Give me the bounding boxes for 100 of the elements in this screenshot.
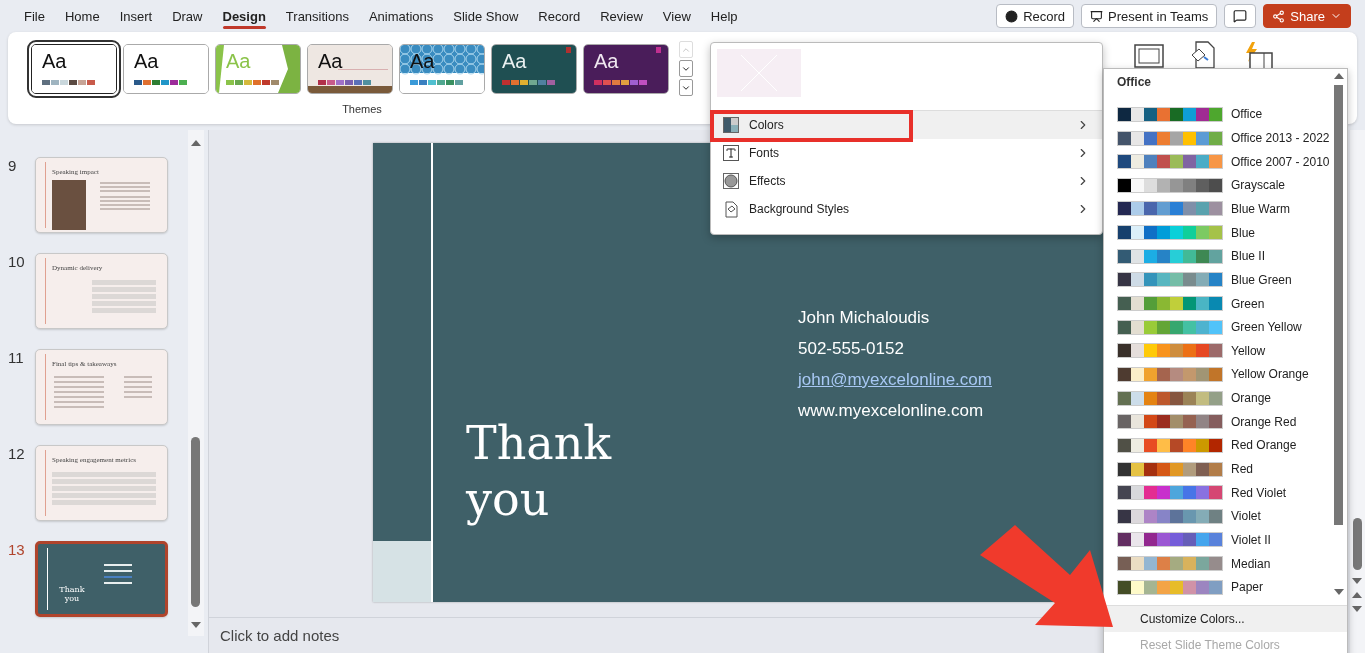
scrollbar[interactable] <box>1350 130 1365 653</box>
ribbon-tab[interactable]: Animations <box>358 2 444 30</box>
swatch-strip-icon <box>1117 556 1223 572</box>
contact-text: 502-555-0152 <box>798 339 905 359</box>
swatch-strip-icon <box>1117 130 1223 146</box>
share-icon <box>1272 9 1286 23</box>
theme-background-icon <box>308 44 392 93</box>
present-in-teams-button[interactable]: Present in Teams <box>1081 4 1218 28</box>
swatch-strip-icon <box>1117 414 1223 430</box>
effects-circle-icon <box>723 173 739 189</box>
ribbon-tab[interactable]: File <box>14 2 55 30</box>
slide-number: 11 <box>7 349 25 366</box>
theme-thumbnail[interactable]: Aa <box>583 43 669 94</box>
theme-background-icon <box>492 44 576 93</box>
theme-thumbnail[interactable]: Aa <box>307 43 393 94</box>
share-button[interactable]: Share <box>1263 4 1351 28</box>
theme-background-icon <box>32 44 116 93</box>
scroll-thumb[interactable] <box>1353 518 1362 570</box>
theme-background-icon <box>216 44 300 93</box>
scroll-up-icon <box>1334 73 1344 79</box>
comment-icon <box>1233 9 1248 23</box>
theme-sample-text: Aa <box>134 49 159 73</box>
menu-item[interactable]: Colors <box>711 111 1102 139</box>
swatch-strip-icon <box>1117 366 1223 382</box>
theme-colors-icon <box>134 79 187 85</box>
slide-number: 10 <box>7 253 26 270</box>
record-icon <box>1005 9 1019 23</box>
swatch-strip-icon <box>1117 485 1223 501</box>
theme-background-icon <box>124 44 208 93</box>
ribbon-tab[interactable]: Home <box>54 2 110 30</box>
theme-sample-text: Aa <box>226 49 251 73</box>
ribbon-tab[interactable]: Transitions <box>275 2 359 30</box>
record-button[interactable]: Record <box>996 4 1075 28</box>
theme-sample-text: Aa <box>318 49 343 73</box>
theme-colors-icon <box>318 79 371 85</box>
slide-thumbnail[interactable]: Thank you <box>35 541 168 617</box>
scrollbar[interactable] <box>188 130 204 636</box>
theme-sample-text: Aa <box>502 49 527 73</box>
thumbnail-title: Thank you <box>58 584 86 604</box>
theme-thumbnail[interactable]: Aa <box>399 43 485 94</box>
swatch-strip-icon <box>1117 508 1223 524</box>
format-background-icon[interactable] <box>1190 41 1216 69</box>
slide-number: 12 <box>7 445 26 462</box>
notes-placeholder: Click to add notes <box>220 627 340 644</box>
theme-colors-icon <box>42 79 95 85</box>
theme-thumbnail[interactable]: Aa <box>491 43 577 94</box>
menu-item[interactable]: Background Styles <box>711 195 1102 223</box>
swatch-strip-icon <box>1117 461 1223 477</box>
slide-title: Thank you <box>466 415 613 528</box>
scroll-thumb[interactable] <box>191 437 200 607</box>
swatch-strip-icon <box>1117 248 1223 264</box>
menu-item[interactable]: Fonts <box>711 139 1102 167</box>
theme-sample-text: Aa <box>42 49 67 73</box>
paint-bucket-icon <box>723 200 739 218</box>
ribbon-tab[interactable]: Slide Show <box>443 2 529 30</box>
theme-colors-icon <box>226 79 279 85</box>
font-icon <box>723 145 739 161</box>
swatch-strip-icon <box>1117 154 1223 170</box>
email-link[interactable]: john@myexcelonline.com <box>798 370 992 390</box>
group-label: Themes <box>342 103 382 115</box>
ribbon-tab[interactable]: Insert <box>109 2 163 30</box>
theme-background-icon <box>584 44 668 93</box>
swatch-strip-icon <box>1117 343 1223 359</box>
theme-sample-text: Aa <box>594 49 619 73</box>
swatch-strip-icon <box>1117 201 1223 217</box>
swatch-strip-icon <box>1117 225 1223 241</box>
section-heading: Office <box>1117 75 1152 91</box>
theme-colors-icon <box>594 79 647 85</box>
color-swatch-icon <box>723 117 739 133</box>
ribbon-tab[interactable]: Design <box>212 2 276 30</box>
slide-number: 9 <box>7 157 18 174</box>
swatch-strip-icon <box>1117 532 1223 548</box>
scroll-down-button[interactable] <box>679 60 693 77</box>
scroll-thumb[interactable] <box>1334 85 1343 525</box>
more-button[interactable] <box>679 79 693 96</box>
swatch-strip-icon <box>1117 106 1223 122</box>
contact-text: www.myexcelonline.com <box>798 401 985 421</box>
swatch-strip-icon <box>1117 319 1223 335</box>
menu-item[interactable]: Customize Colors... <box>1104 606 1347 632</box>
ribbon-tab[interactable]: View <box>652 2 701 30</box>
ribbon-tab[interactable]: Draw <box>162 2 213 30</box>
theme-thumbnail[interactable]: Aa <box>123 43 209 94</box>
swatch-strip-icon <box>1117 390 1223 406</box>
ribbon-tab[interactable]: Review <box>590 2 653 30</box>
slide-size-icon[interactable] <box>1132 41 1166 69</box>
scroll-down-icon <box>191 622 201 628</box>
slide-number: 13 <box>7 541 26 558</box>
ribbon-tab[interactable]: Record <box>528 2 591 30</box>
menu-item[interactable]: Effects <box>711 167 1102 195</box>
swatch-strip-icon <box>1117 272 1223 288</box>
photo-placeholder <box>52 180 86 230</box>
theme-colors-icon <box>502 79 555 85</box>
theme-background-icon <box>400 44 484 93</box>
theme-colors-icon <box>410 79 463 85</box>
comments-button[interactable] <box>1224 4 1257 28</box>
swatch-strip-icon <box>1117 296 1223 311</box>
scroll-up-icon <box>191 140 201 146</box>
theme-sample-text: Aa <box>410 49 435 73</box>
ribbon-tab[interactable]: Help <box>700 2 748 30</box>
swatch-strip-icon <box>1117 579 1223 595</box>
